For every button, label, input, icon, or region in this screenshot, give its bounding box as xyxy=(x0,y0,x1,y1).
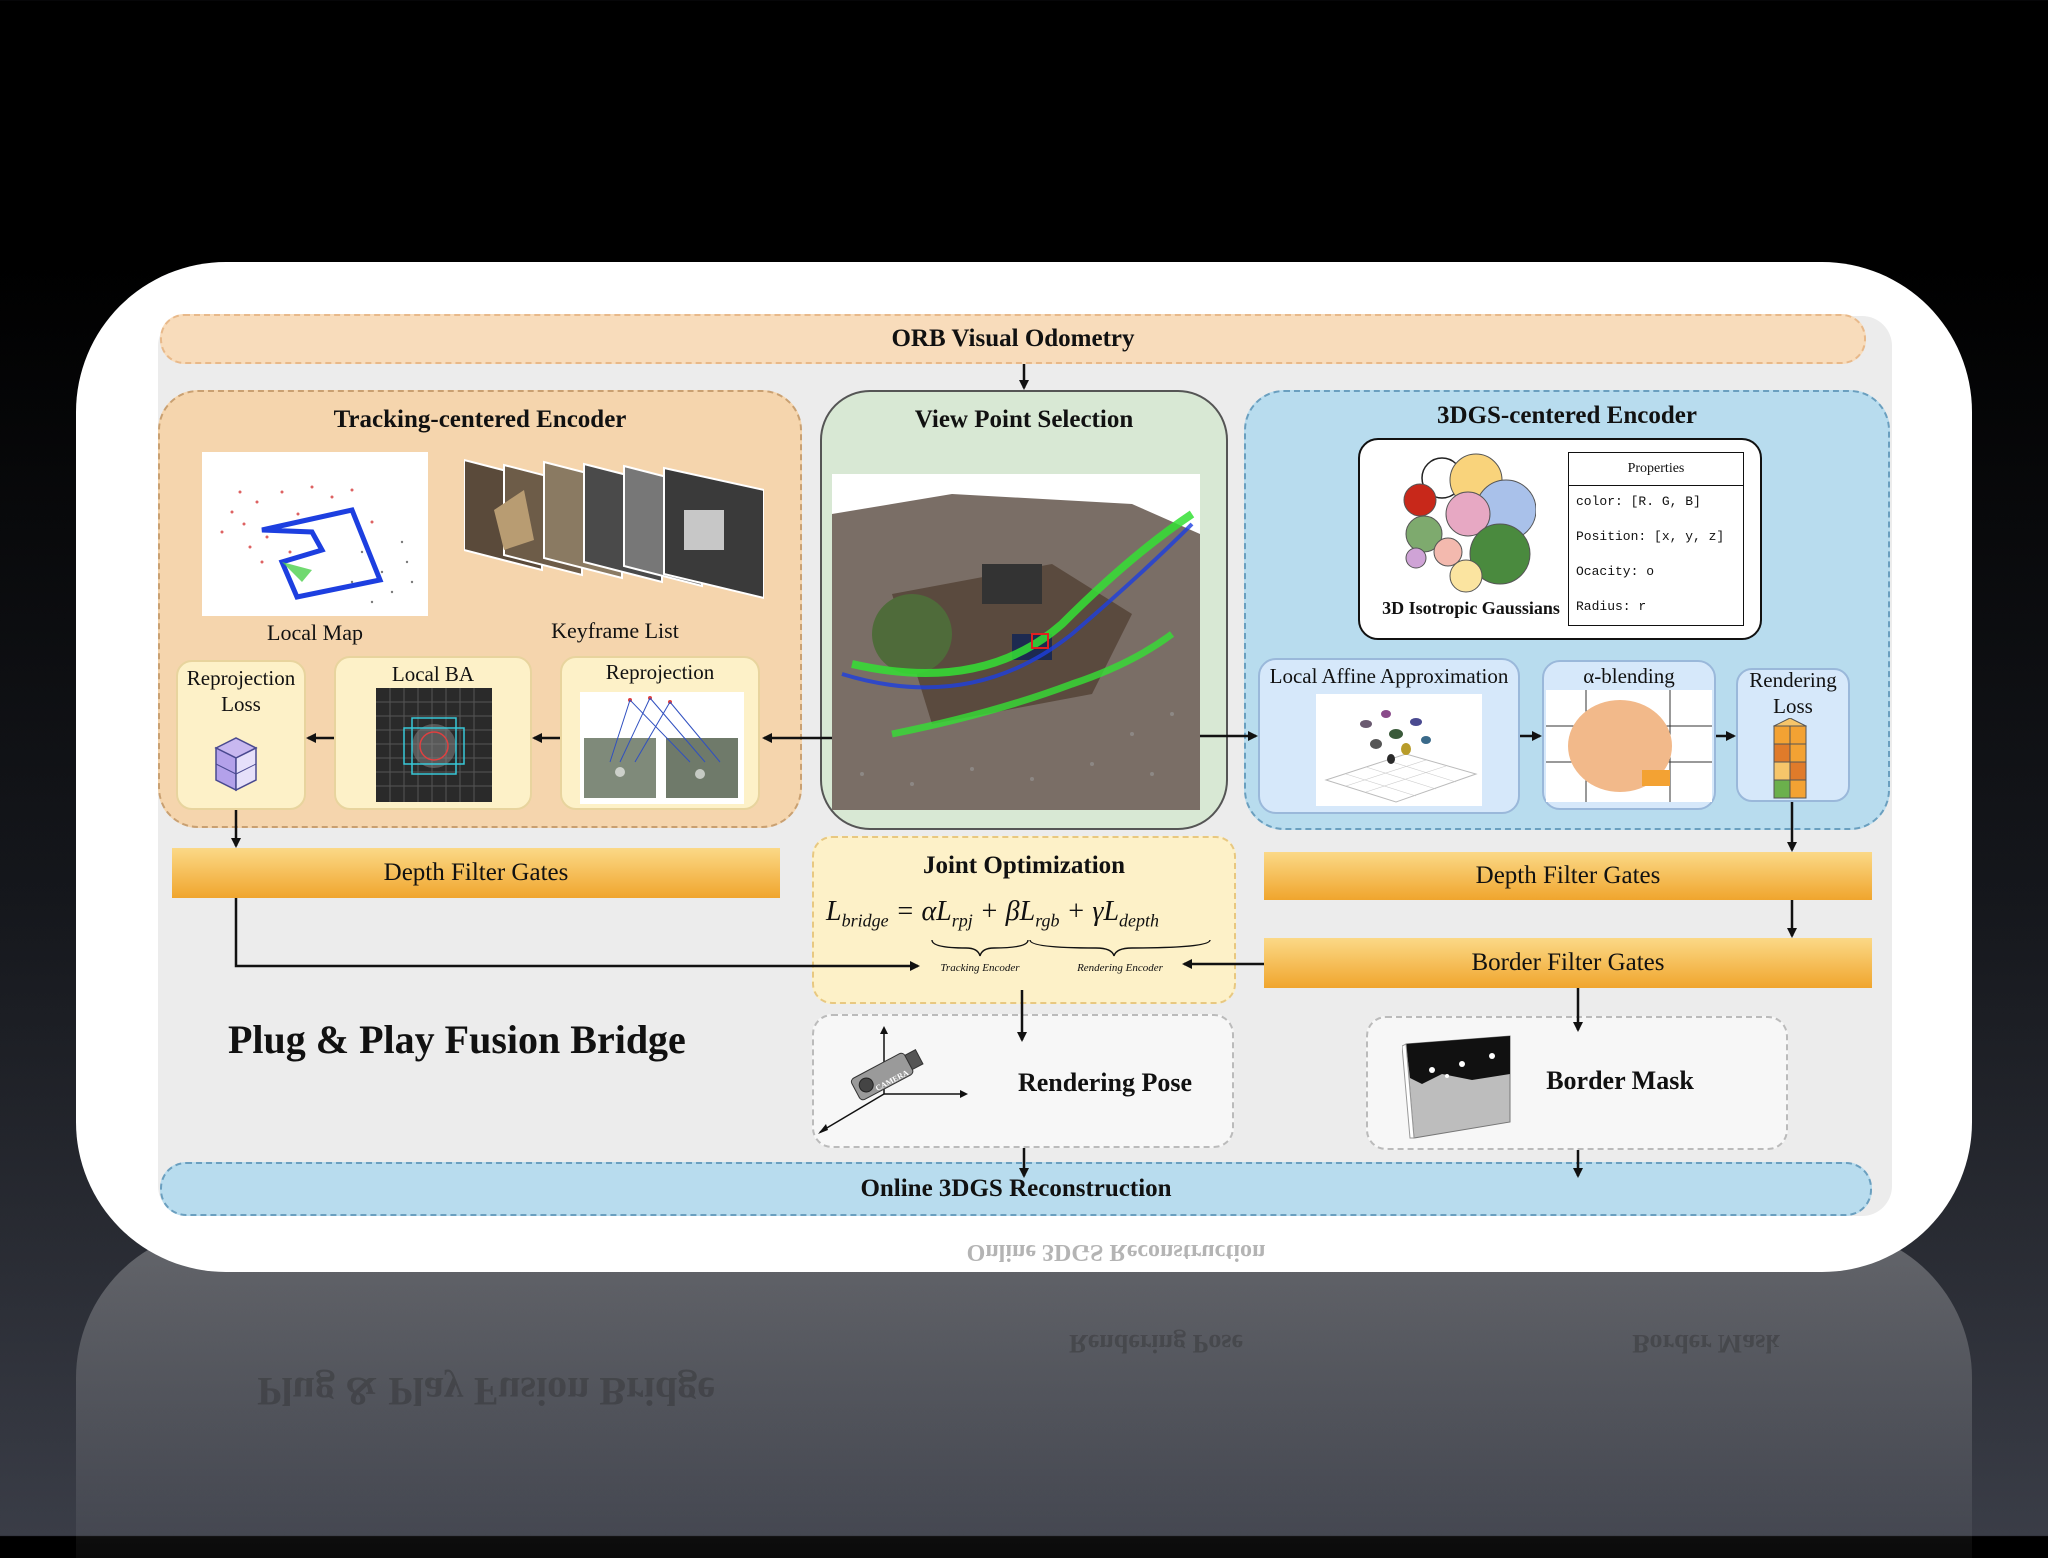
flow-arrows xyxy=(231,364,1797,1178)
arrow-tracking-gate-to-joint xyxy=(234,898,920,971)
